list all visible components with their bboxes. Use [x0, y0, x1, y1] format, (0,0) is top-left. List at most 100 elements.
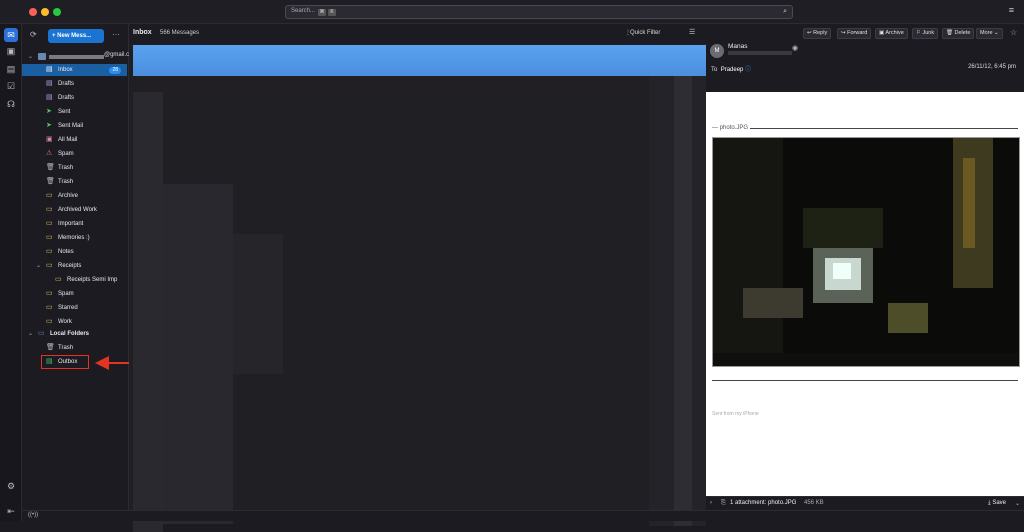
minimize-window-button[interactable]: [41, 8, 49, 16]
reply-button[interactable]: ↩ Reply: [803, 28, 832, 39]
folder-drafts-2[interactable]: ▤ Drafts: [22, 92, 127, 104]
folder-receipts-semi-imp[interactable]: ▭ Receipts Semi Imp: [22, 274, 127, 286]
folder-local-trash[interactable]: 🗑 Trash: [22, 342, 127, 354]
trash-icon: 🗑: [46, 178, 55, 185]
outbox-highlight-box: [41, 355, 89, 369]
chevron-right-icon[interactable]: ›: [710, 500, 712, 506]
attachment-size: 456 KB: [804, 500, 824, 506]
folder-icon: ▭: [46, 318, 53, 325]
mail-space-icon[interactable]: ✉: [4, 28, 18, 42]
account-row[interactable]: ⌄ @gmail.com: [28, 52, 137, 64]
list-view-options-icon[interactable]: ☰: [689, 28, 695, 36]
inbox-icon: ▤: [46, 66, 53, 73]
star-icon[interactable]: ☆: [1010, 28, 1017, 37]
folder-spam-2[interactable]: ▭ Spam: [22, 288, 127, 300]
sender-name[interactable]: Manas: [728, 43, 748, 50]
chevron-down-icon[interactable]: ⌄: [36, 260, 41, 272]
calendar-icon[interactable]: ▤: [4, 62, 18, 76]
new-message-button[interactable]: + New Mess...: [48, 29, 104, 43]
message-row-blur: [133, 92, 163, 532]
folder-all-mail[interactable]: ▣ All Mail: [22, 134, 127, 146]
tasks-icon[interactable]: ☑: [4, 79, 18, 93]
status-bar: ((•)): [22, 510, 1024, 521]
app-menu-icon[interactable]: ≡: [1009, 5, 1014, 15]
avatar: M: [710, 44, 724, 58]
folder-archive[interactable]: ▭ Archive: [22, 190, 127, 202]
shortcut-key-cmd: ⌘: [318, 9, 326, 16]
chevron-down-icon: ⌄: [28, 331, 34, 337]
get-messages-icon[interactable]: ⟳: [30, 30, 37, 39]
folder-icon: ▭: [46, 304, 53, 311]
title-bar: Search... ⌘ K ⌕ ≡: [0, 0, 1024, 24]
trash-icon: 🗑: [46, 344, 55, 351]
search-icon: ⌕: [783, 8, 787, 15]
message-row[interactable]: [133, 76, 706, 92]
folder-trash-2[interactable]: 🗑 Trash: [22, 176, 127, 188]
sent-icon: ➤: [46, 122, 52, 129]
quick-filter-button[interactable]: Quick Filter: [630, 30, 660, 36]
message-row-blur: [233, 234, 283, 374]
folder-label: Notes: [58, 249, 74, 255]
folder-starred[interactable]: ▭ Starred: [22, 302, 127, 314]
save-attachment-button[interactable]: ⤓ Save: [988, 500, 1006, 507]
folder-drafts[interactable]: ▤ Drafts: [22, 78, 127, 90]
delete-button[interactable]: 🗑 Delete: [942, 28, 975, 39]
folder-pane: ⟳ + New Mess... ··· ⌄ @gmail.com ▤ Inbox…: [22, 24, 137, 521]
chevron-down-icon[interactable]: ⌄: [1015, 500, 1020, 507]
folder-inbox[interactable]: ▤ Inbox 28: [22, 64, 127, 76]
connection-status-icon[interactable]: ((•)): [28, 512, 38, 518]
drafts-icon: ▤: [46, 94, 53, 101]
folder-label: All Mail: [58, 137, 78, 143]
chat-icon[interactable]: ☊: [4, 97, 18, 111]
zoom-window-button[interactable]: [53, 8, 61, 16]
folder-label: Important: [58, 221, 84, 227]
folder-label: Trash: [58, 165, 74, 171]
folder-trash[interactable]: 🗑 Trash: [22, 162, 127, 174]
folder-label: Receipts: [58, 263, 82, 269]
forward-button[interactable]: ↪ Forward: [837, 28, 872, 39]
trash-icon: 🗑: [46, 164, 55, 171]
divider: [712, 380, 1018, 381]
more-options-button[interactable]: ···: [112, 30, 120, 39]
folder-label: Spam: [58, 291, 74, 297]
recipient-line: To Pradeep ⓘ: [711, 67, 752, 73]
reading-pane: ↩ Reply ↪ Forward ▣ Archive ⚐ Junk 🗑 Del…: [706, 24, 1024, 510]
folder-icon: ▭: [46, 262, 53, 269]
close-window-button[interactable]: [29, 8, 37, 16]
attached-photo[interactable]: [712, 137, 1020, 367]
spaces-toolbar: ✉ ▣ ▤ ☑ ☊ ⚙ ⇤: [0, 24, 22, 521]
sent-icon: ➤: [46, 108, 52, 115]
attachment-summary: 1 attachment: photo.JPG: [730, 500, 797, 506]
contact-icon[interactable]: ◉: [792, 44, 798, 52]
folder-label: Receipts Semi Imp: [67, 277, 118, 283]
divider: [712, 128, 1018, 129]
local-folders-account[interactable]: ⌄ ▭ Local Folders: [22, 328, 127, 340]
folder-icon: ▭: [46, 290, 53, 297]
archive-icon: ▣: [46, 136, 53, 143]
folder-important[interactable]: ▭ Important: [22, 218, 127, 230]
folder-notes[interactable]: ▭ Notes: [22, 246, 127, 258]
junk-button[interactable]: ⚐ Junk: [912, 28, 939, 39]
folder-title: Inbox: [133, 29, 152, 36]
folder-icon: ▭: [46, 248, 53, 255]
search-input[interactable]: Search... ⌘ K ⌕: [285, 5, 793, 19]
spam-icon: ⚠: [46, 150, 53, 157]
collapse-sidebar-icon[interactable]: ⇤: [4, 504, 18, 518]
selected-message-row[interactable]: [133, 45, 706, 76]
unread-badge: 28: [109, 67, 121, 74]
archive-button[interactable]: ▣ Archive: [875, 28, 908, 39]
message-count: 566 Messages: [160, 30, 200, 36]
more-button[interactable]: More ⌄: [976, 28, 1003, 39]
settings-gear-icon[interactable]: ⚙: [4, 479, 18, 493]
folder-sent-mail[interactable]: ➤ Sent Mail: [22, 120, 127, 132]
folder-icon: ▭: [46, 220, 53, 227]
address-book-icon[interactable]: ▣: [4, 44, 18, 58]
folder-receipts[interactable]: ⌄ ▭ Receipts: [22, 260, 127, 272]
folder-memories[interactable]: ▭ Memories :): [22, 232, 127, 244]
folder-sent[interactable]: ➤ Sent: [22, 106, 127, 118]
attachment-bar[interactable]: › ⎘ 1 attachment: photo.JPG 456 KB ⤓ Sav…: [706, 496, 1024, 510]
folder-spam[interactable]: ⚠ Spam: [22, 148, 127, 160]
search-placeholder: Search...: [291, 8, 316, 14]
folder-work[interactable]: ▭ Work: [22, 316, 127, 328]
folder-archived-work[interactable]: ▭ Archived Work: [22, 204, 127, 216]
